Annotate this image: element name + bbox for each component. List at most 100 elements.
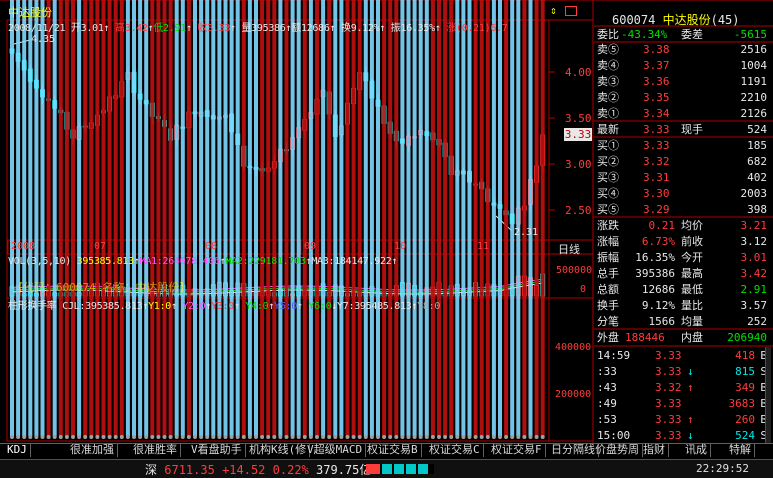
bid-row[interactable]: 买④ 3.30 2003 — [595, 186, 771, 201]
tick-price: 3.33 — [655, 429, 682, 442]
ask-row[interactable]: 卖⑤ 3.38 2516 — [595, 42, 771, 57]
turnover-bar — [156, 0, 161, 436]
bid-row[interactable]: 买① 3.33 185 — [595, 138, 771, 153]
baseline-dot — [132, 435, 136, 439]
ask-label: 卖④ — [597, 59, 619, 72]
indicator-tab[interactable]: KDJ — [4, 443, 31, 457]
bid-price: 3.29 — [643, 203, 670, 216]
bid-row[interactable]: 买② 3.32 682 — [595, 154, 771, 169]
open-label: 开 — [70, 23, 81, 34]
last-value: 3.33 — [643, 123, 670, 136]
ask-row[interactable]: 卖④ 3.37 1004 — [595, 58, 771, 73]
pin-icon[interactable]: ⇕ — [550, 5, 557, 16]
indicator-tab[interactable]: 机构K线(修 — [246, 443, 311, 457]
baseline-dot — [186, 435, 191, 439]
turnover-bar — [498, 0, 502, 436]
close-box-icon[interactable] — [565, 6, 577, 16]
indicator-tab[interactable]: 权证交易C — [426, 443, 484, 457]
price-tick-250: 2.50 — [565, 204, 592, 217]
indicator-tab[interactable]: 指财 — [640, 443, 669, 457]
indicator-tab[interactable]: 价盘势周 — [592, 443, 643, 457]
baseline-dot — [144, 435, 149, 439]
ma1-label: MA1: — [139, 256, 163, 267]
stat-value-left: 395386 — [635, 267, 675, 280]
indicator-tab[interactable]: 很准胜率 — [130, 443, 181, 457]
ticks-scrollbar[interactable] — [765, 347, 771, 443]
cjl-label: CJL: — [62, 301, 86, 312]
ask-price: 3.37 — [643, 59, 670, 72]
baseline-dot — [150, 435, 155, 439]
bid-row[interactable]: 买⑤ 3.29 398 — [595, 202, 771, 217]
ask-price: 3.35 — [643, 91, 670, 104]
baseline-dot — [400, 435, 405, 439]
turnover-bar — [113, 0, 118, 436]
ask-row[interactable]: 卖③ 3.36 1191 — [595, 74, 771, 89]
indicator-tab[interactable]: 权证交易B — [364, 443, 422, 457]
turnover-bar — [412, 0, 417, 436]
ask-row[interactable]: 卖② 3.35 2210 — [595, 90, 771, 105]
turnover-bar — [473, 0, 478, 436]
weibi-row: 委比 -43.34% 委差 -5615 — [595, 27, 771, 42]
stat-value-right: 3.57 — [740, 299, 768, 312]
baseline-dot — [339, 435, 344, 439]
baseline-dot — [455, 435, 460, 439]
turnover-bar — [260, 0, 265, 436]
code-name-text: 【代码：600074 名称：中达股份】 — [12, 281, 191, 294]
bid-price: 3.32 — [643, 155, 670, 168]
ma3-value: 184147.922 — [334, 256, 392, 267]
indicator-tab[interactable]: 很准加强 — [67, 443, 118, 457]
baseline-dot — [461, 435, 466, 439]
tick-time: :53 — [597, 413, 617, 426]
turnover-bar — [491, 0, 496, 436]
turnover-bar — [284, 0, 289, 436]
bid-label: 买① — [597, 139, 619, 152]
price-tick-350: 3.50 — [565, 112, 592, 125]
ask-volume: 2210 — [740, 91, 768, 104]
indicator-tab[interactable]: 讯成 — [682, 443, 711, 457]
quote-code: 600074 — [612, 13, 656, 27]
ma3-label: MA3: — [311, 256, 335, 267]
stat-label-left: 涨幅 — [597, 235, 619, 248]
stat-row: 总额 12686 最低 2.91 — [595, 282, 771, 297]
turnover-bar — [510, 0, 515, 436]
ask-label: 卖⑤ — [597, 43, 619, 56]
stat-value-right: 2.91 — [740, 283, 768, 296]
ask-row[interactable]: 卖① 3.34 2126 — [595, 106, 771, 121]
ohlc-bar: 2008/11/21 开3.01↑ 高3.42↑低2.91↑ 收3.33↑ 量3… — [8, 23, 508, 34]
stat-label-left: 总额 — [597, 283, 619, 296]
indicator-tab[interactable]: V看盘助手 — [188, 443, 246, 457]
turnover-bar — [357, 0, 362, 436]
stat-row: 换手 9.12% 量比 3.57 — [595, 298, 771, 313]
price-tick-400: 4.00 — [565, 66, 592, 79]
period-label[interactable]: 日线 — [558, 241, 580, 257]
bid-price: 3.33 — [643, 139, 670, 152]
tick-price: 3.33 — [655, 397, 682, 410]
change-value: (0.21)6.7 — [456, 23, 508, 34]
baseline-dot — [516, 435, 521, 439]
baseline-dot — [16, 435, 21, 439]
stat-label-left: 分笔 — [597, 315, 619, 328]
x-label-07: 07 — [94, 241, 107, 252]
turnover-bar — [443, 0, 448, 436]
indicator-tab[interactable]: 权证交易F — [488, 443, 546, 457]
turnover-bar — [217, 0, 222, 436]
baseline-dot — [363, 435, 368, 439]
index-amount: 379.75亿 — [316, 463, 372, 477]
baseline-dot — [491, 435, 496, 439]
ind-tick-400000: 400000 — [555, 342, 592, 353]
indicator-tab[interactable]: 特解 — [726, 443, 755, 457]
inner-value: 206940 — [727, 331, 767, 344]
baseline-dot — [260, 435, 265, 439]
indicator-tab[interactable]: V超级MACD — [304, 443, 367, 457]
cur-hand-value: 524 — [747, 123, 767, 136]
low-marker-label: 2.31 — [514, 227, 539, 238]
baseline-dot — [125, 435, 130, 439]
index-value: 6711.35 — [164, 463, 215, 477]
turnover-bar — [64, 0, 69, 436]
baseline-dot — [113, 435, 118, 439]
y3-value: Y3:0 — [211, 301, 234, 312]
volume-value: 395386 — [251, 23, 286, 34]
ask-label: 卖① — [597, 107, 619, 120]
baseline-dot — [504, 435, 509, 439]
bid-row[interactable]: 买③ 3.31 402 — [595, 170, 771, 185]
